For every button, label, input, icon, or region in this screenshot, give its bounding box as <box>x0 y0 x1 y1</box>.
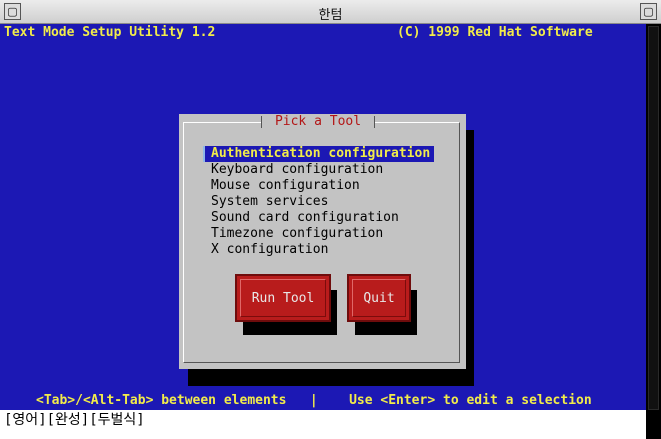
run-tool-button-label: Run Tool <box>240 279 326 317</box>
tool-item-system-services[interactable]: System services <box>203 194 332 210</box>
pick-a-tool-dialog: Pick a Tool Authentication configuration… <box>179 114 466 369</box>
tool-item-sound-card[interactable]: Sound card configuration <box>203 210 403 226</box>
ime-status-text: [영어][완성][두벌식] <box>4 412 145 428</box>
run-tool-button[interactable]: Run Tool <box>235 274 331 322</box>
tool-item-keyboard[interactable]: Keyboard configuration <box>203 162 387 178</box>
tool-item-mouse[interactable]: Mouse configuration <box>203 178 364 194</box>
ime-status-bar: [영어][완성][두벌식] <box>0 410 646 439</box>
tool-item-x-configuration[interactable]: X configuration <box>203 242 332 258</box>
terminal-screen: Text Mode Setup Utility 1.2 (C) 1999 Red… <box>0 24 646 410</box>
window-title: 한텀 <box>318 8 343 23</box>
window-titlebar[interactable]: ▢ 한텀 ▢ <box>0 0 661 24</box>
tool-item-authentication[interactable]: Authentication configuration <box>203 146 435 162</box>
dialog-title: Pick a Tool <box>261 114 375 130</box>
quit-button[interactable]: Quit <box>347 274 411 322</box>
tool-item-timezone[interactable]: Timezone configuration <box>203 226 387 242</box>
scrollbar-thumb[interactable] <box>648 26 659 410</box>
tool-list[interactable]: Authentication configuration Keyboard co… <box>203 146 435 258</box>
copyright-text: (C) 1999 Red Hat Software <box>397 25 593 40</box>
window-maximize-button[interactable]: ▢ <box>640 3 657 20</box>
terminal-scrollbar[interactable] <box>646 24 661 439</box>
app-title: Text Mode Setup Utility 1.2 <box>4 25 216 40</box>
quit-button-label: Quit <box>352 279 406 317</box>
help-line: <Tab>/<Alt-Tab> between elements | Use <… <box>36 393 592 408</box>
